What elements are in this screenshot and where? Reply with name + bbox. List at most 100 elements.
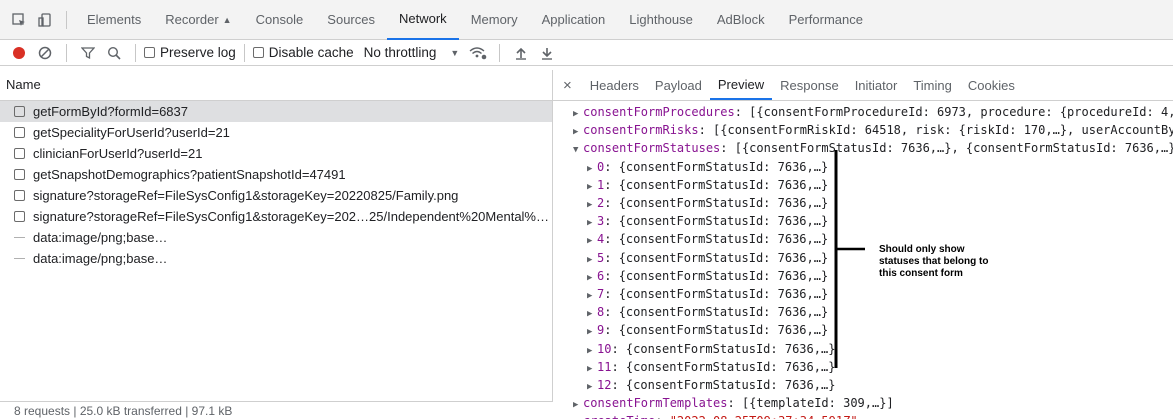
preview-property[interactable]: ▶ consentFormProcedures: [{consentFormPro…: [573, 103, 1173, 121]
document-icon: [14, 211, 25, 222]
request-row[interactable]: clinicianForUserId?userId=21: [0, 143, 552, 164]
property-separator: :: [604, 196, 619, 210]
tab-label: Lighthouse: [629, 12, 693, 27]
property-value: {consentFormStatusId: 7636,…}: [618, 177, 829, 192]
preview-property[interactable]: ▶ 6: {consentFormStatusId: 7636,…}: [587, 267, 828, 285]
tab-label: Recorder: [165, 12, 219, 27]
property-separator: :: [604, 323, 619, 338]
property-key: consentFormStatuses: [583, 141, 721, 156]
property-key: consentFormProcedures: [583, 105, 735, 119]
preview-property[interactable]: ▶ 0: {consentFormStatusId: 7636,…}: [587, 158, 828, 176]
request-name: getFormById?formId=6837: [33, 104, 188, 119]
request-row[interactable]: getFormById?formId=6837: [0, 101, 552, 122]
tab-lighthouse[interactable]: Lighthouse: [617, 0, 705, 40]
request-row[interactable]: getSpecialityForUserId?userId=21: [0, 122, 552, 143]
disable-cache-checkbox[interactable]: [252, 47, 264, 58]
preview-property[interactable]: ▶ 4: {consentFormStatusId: 7636,…}: [587, 230, 828, 248]
property-value: "2022-08-25T09:37:34.591Z": [670, 414, 858, 419]
tab-elements[interactable]: Elements: [75, 0, 153, 40]
preview-property[interactable]: ▶ consentFormRisks: [{consentFormRiskId: …: [573, 121, 1173, 139]
detail-tab-timing[interactable]: Timing: [905, 70, 960, 100]
annotation-line: Should only show: [879, 244, 965, 255]
tab-recorder[interactable]: Recorder ▲: [153, 0, 243, 40]
clear-icon[interactable]: [32, 40, 58, 66]
detail-tab-preview[interactable]: Preview: [709, 70, 773, 100]
preserve-log-label: Preserve log: [160, 45, 236, 60]
request-row[interactable]: signature?storageRef=FileSysConfig1&stor…: [0, 185, 552, 206]
record-icon[interactable]: [6, 40, 32, 66]
annotation-note: Should only show statuses that belong to t…: [879, 244, 988, 280]
request-list-panel: Name getFormById?formId=6837 getSpecialit…: [0, 70, 553, 419]
request-row[interactable]: getSnapshotDemographics?patientSnapshotI…: [0, 164, 552, 185]
name-column-header[interactable]: Name: [0, 70, 552, 101]
expanded-arrow-icon[interactable]: ▼: [573, 141, 583, 159]
tab-network[interactable]: Network: [387, 0, 459, 40]
detail-tab-payload[interactable]: Payload: [647, 70, 710, 100]
recorder-badge-icon: ▲: [222, 14, 232, 25]
preview-property[interactable]: createTime: "2022-08-25T09:37:34.591Z": [573, 412, 858, 419]
document-icon: [14, 190, 25, 201]
tab-memory[interactable]: Memory: [459, 0, 530, 40]
tab-application[interactable]: Application: [530, 0, 618, 40]
tab-performance[interactable]: Performance: [777, 0, 875, 40]
preview-property[interactable]: ▶ 12: {consentFormStatusId: 7636,…}: [587, 376, 835, 394]
tab-console[interactable]: Console: [244, 0, 316, 40]
document-icon: [14, 106, 25, 117]
preview-property[interactable]: ▶ 9: {consentFormStatusId: 7636,…}: [587, 321, 828, 339]
preserve-log-checkbox[interactable]: [144, 47, 155, 58]
inspect-element-icon[interactable]: [6, 7, 32, 33]
property-value: {consentFormStatusId: 7636,…}: [618, 196, 829, 210]
preview-property[interactable]: ▶ 8: {consentFormStatusId: 7636,…}: [587, 303, 828, 321]
disable-cache-label: Disable cache: [268, 45, 354, 60]
preview-property[interactable]: ▶ 10: {consentFormStatusId: 7636,…}: [587, 340, 835, 358]
filter-icon[interactable]: [75, 40, 101, 66]
tab-label: Performance: [788, 12, 863, 27]
property-separator: :: [611, 359, 626, 374]
detail-tab-cookies[interactable]: Cookies: [960, 70, 1023, 100]
property-separator: :: [604, 287, 619, 301]
request-name: data:image/png;base…: [33, 251, 168, 266]
network-toolbar: Preserve log Disable cache No throttling…: [0, 40, 1173, 66]
import-har-icon[interactable]: [508, 40, 534, 66]
detail-tab-initiator[interactable]: Initiator: [847, 70, 906, 100]
request-row[interactable]: data:image/png;base…: [0, 227, 552, 248]
tab-label: Network: [399, 11, 447, 26]
request-name: data:image/png;base…: [33, 230, 168, 245]
preview-property[interactable]: ▶ 3: {consentFormStatusId: 7636,…}: [587, 212, 828, 230]
property-value: {consentFormStatusId: 7636,…}: [618, 268, 829, 283]
property-key: 12: [597, 378, 612, 392]
tab-sources[interactable]: Sources: [315, 0, 387, 40]
detail-tab-headers[interactable]: Headers: [582, 70, 647, 100]
tab-adblock[interactable]: AdBlock: [705, 0, 777, 40]
property-value: [{consentFormStatusId: 7636,…}, {consent…: [734, 141, 1173, 156]
preview-property[interactable]: ▶ 2: {consentFormStatusId: 7636,…}: [587, 194, 828, 212]
property-value: {consentFormStatusId: 7636,…}: [618, 323, 829, 338]
request-row[interactable]: signature?storageRef=FileSysConfig1&stor…: [0, 206, 552, 227]
preview-property[interactable]: ▶ 1: {consentFormStatusId: 7636,…}: [587, 176, 828, 194]
network-summary-status: 8 requests | 25.0 kB transferred | 97.1 …: [0, 401, 553, 419]
preview-property[interactable]: ▶ 5: {consentFormStatusId: 7636,…}: [587, 249, 828, 267]
device-toolbar-icon[interactable]: [32, 7, 58, 33]
throttling-select[interactable]: No throttling: [364, 45, 437, 60]
network-conditions-icon[interactable]: [465, 40, 491, 66]
preview-property[interactable]: ▶ consentFormTemplates: [{templateId: 309…: [573, 394, 894, 412]
property-separator: :: [604, 250, 619, 265]
property-key: 10: [597, 341, 612, 356]
chevron-down-icon[interactable]: ▼: [450, 48, 459, 58]
property-separator: :: [611, 378, 626, 392]
property-separator: :: [604, 232, 619, 247]
property-value: {consentFormStatusId: 7636,…}: [618, 232, 829, 247]
property-separator: :: [604, 305, 619, 320]
export-har-icon[interactable]: [534, 40, 560, 66]
search-icon[interactable]: [101, 40, 127, 66]
preview-property[interactable]: ▶ 7: {consentFormStatusId: 7636,…}: [587, 285, 828, 303]
request-row[interactable]: data:image/png;base…: [0, 248, 552, 269]
preview-property[interactable]: ▼ consentFormStatuses: [{consentFormStatu…: [573, 139, 1173, 157]
property-value: {consentFormStatusId: 7636,…}: [625, 341, 836, 356]
preview-property[interactable]: ▶ 11: {consentFormStatusId: 7636,…}: [587, 358, 835, 376]
preview-tree: Should only show statuses that belong to t…: [553, 101, 1173, 419]
close-icon[interactable]: ×: [553, 70, 582, 100]
tab-label: Console: [255, 12, 304, 27]
property-value: {consentFormStatusId: 7636,…}: [618, 159, 829, 174]
detail-tab-response[interactable]: Response: [772, 70, 847, 100]
